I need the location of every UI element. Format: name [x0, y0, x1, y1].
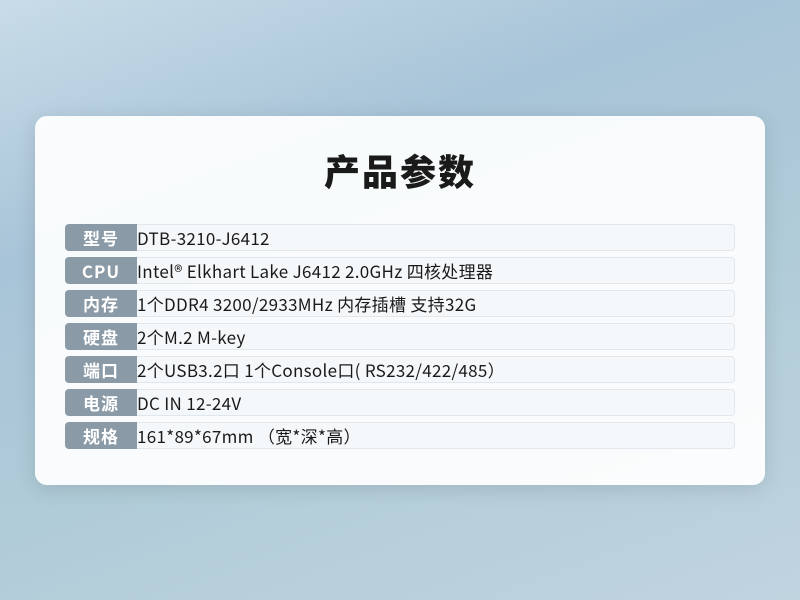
table-row: 型号DTB-3210-J6412	[65, 224, 735, 251]
spec-label: 电源	[65, 389, 137, 416]
table-row: 内存1个DDR4 3200/2933MHz 内存插槽 支持32G	[65, 290, 735, 317]
spec-value: 161*89*67mm （宽*深*高）	[137, 422, 735, 449]
page-title: 产品参数	[65, 144, 735, 196]
spec-value: Intel® Elkhart Lake J6412 2.0GHz 四核处理器	[137, 257, 735, 284]
spec-label: 型号	[65, 224, 137, 251]
spec-label: 规格	[65, 422, 137, 449]
table-row: 硬盘2个M.2 M-key	[65, 323, 735, 350]
spec-label: 端口	[65, 356, 137, 383]
spec-value: 2个USB3.2口 1个Console口( RS232/422/485）	[137, 356, 735, 383]
spec-table: 型号DTB-3210-J6412CPUIntel® Elkhart Lake J…	[65, 218, 735, 455]
table-row: 端口2个USB3.2口 1个Console口( RS232/422/485）	[65, 356, 735, 383]
table-row: 电源DC IN 12-24V	[65, 389, 735, 416]
spec-value: DTB-3210-J6412	[137, 224, 735, 251]
spec-value: 2个M.2 M-key	[137, 323, 735, 350]
spec-value: 1个DDR4 3200/2933MHz 内存插槽 支持32G	[137, 290, 735, 317]
spec-label: 硬盘	[65, 323, 137, 350]
spec-label: CPU	[65, 257, 137, 284]
spec-value: DC IN 12-24V	[137, 389, 735, 416]
table-row: CPUIntel® Elkhart Lake J6412 2.0GHz 四核处理…	[65, 257, 735, 284]
product-spec-card: 产品参数 型号DTB-3210-J6412CPUIntel® Elkhart L…	[35, 116, 765, 485]
table-row: 规格161*89*67mm （宽*深*高）	[65, 422, 735, 449]
spec-label: 内存	[65, 290, 137, 317]
